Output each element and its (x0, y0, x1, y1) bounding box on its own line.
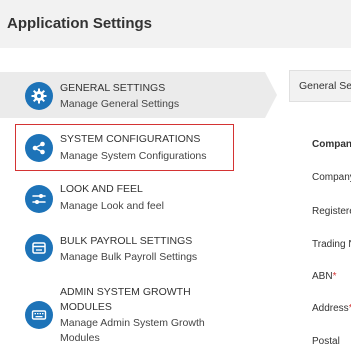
gear-icon (25, 82, 53, 110)
highlight-box (15, 124, 234, 171)
sidebar-item-general-settings[interactable]: GENERAL SETTINGS Manage General Settings (0, 72, 277, 118)
required-marker: * (332, 271, 337, 282)
sidebar-item-title: ADMIN SYSTEM GROWTH (60, 286, 191, 298)
field-label: ABN* (312, 271, 337, 282)
sidebar-item-title: BULK PAYROLL SETTINGS (60, 235, 193, 247)
field-label: Registered (312, 206, 351, 217)
window-icon (25, 234, 53, 262)
sidebar-item-look-and-feel[interactable]: LOOK AND FEEL Manage Look and feel (0, 178, 265, 224)
sidebar-item-title: GENERAL SETTINGS (60, 82, 166, 94)
keyboard-icon (25, 301, 53, 329)
field-label: Trading N (312, 239, 351, 250)
page-title: Application Settings (7, 15, 153, 32)
tab-general-settings[interactable]: General Settings (289, 70, 351, 102)
sidebar-item-subtitle-continued: Modules (60, 332, 100, 344)
sidebar-item-subtitle: Manage Bulk Payroll Settings (60, 251, 198, 263)
field-label: Address* (312, 303, 351, 314)
sidebar-item-subtitle: Manage Admin System Growth (60, 317, 205, 329)
sidebar-item-subtitle: Manage General Settings (60, 98, 180, 110)
sliders-icon (25, 185, 53, 213)
sidebar-item-bulk-payroll-settings[interactable]: BULK PAYROLL SETTINGS Manage Bulk Payrol… (0, 228, 265, 274)
sidebar-item-admin-system-growth-modules[interactable]: ADMIN SYSTEM GROWTH MODULES Manage Admin… (0, 282, 265, 345)
sidebar-item-title-continued: MODULES (60, 301, 112, 313)
sidebar-item-title: LOOK AND FEEL (60, 183, 143, 195)
section-title: Company (312, 139, 351, 150)
field-label: Company (312, 172, 351, 183)
field-label: Postal (312, 336, 340, 345)
sidebar-item-subtitle: Manage Look and feel (60, 200, 164, 212)
